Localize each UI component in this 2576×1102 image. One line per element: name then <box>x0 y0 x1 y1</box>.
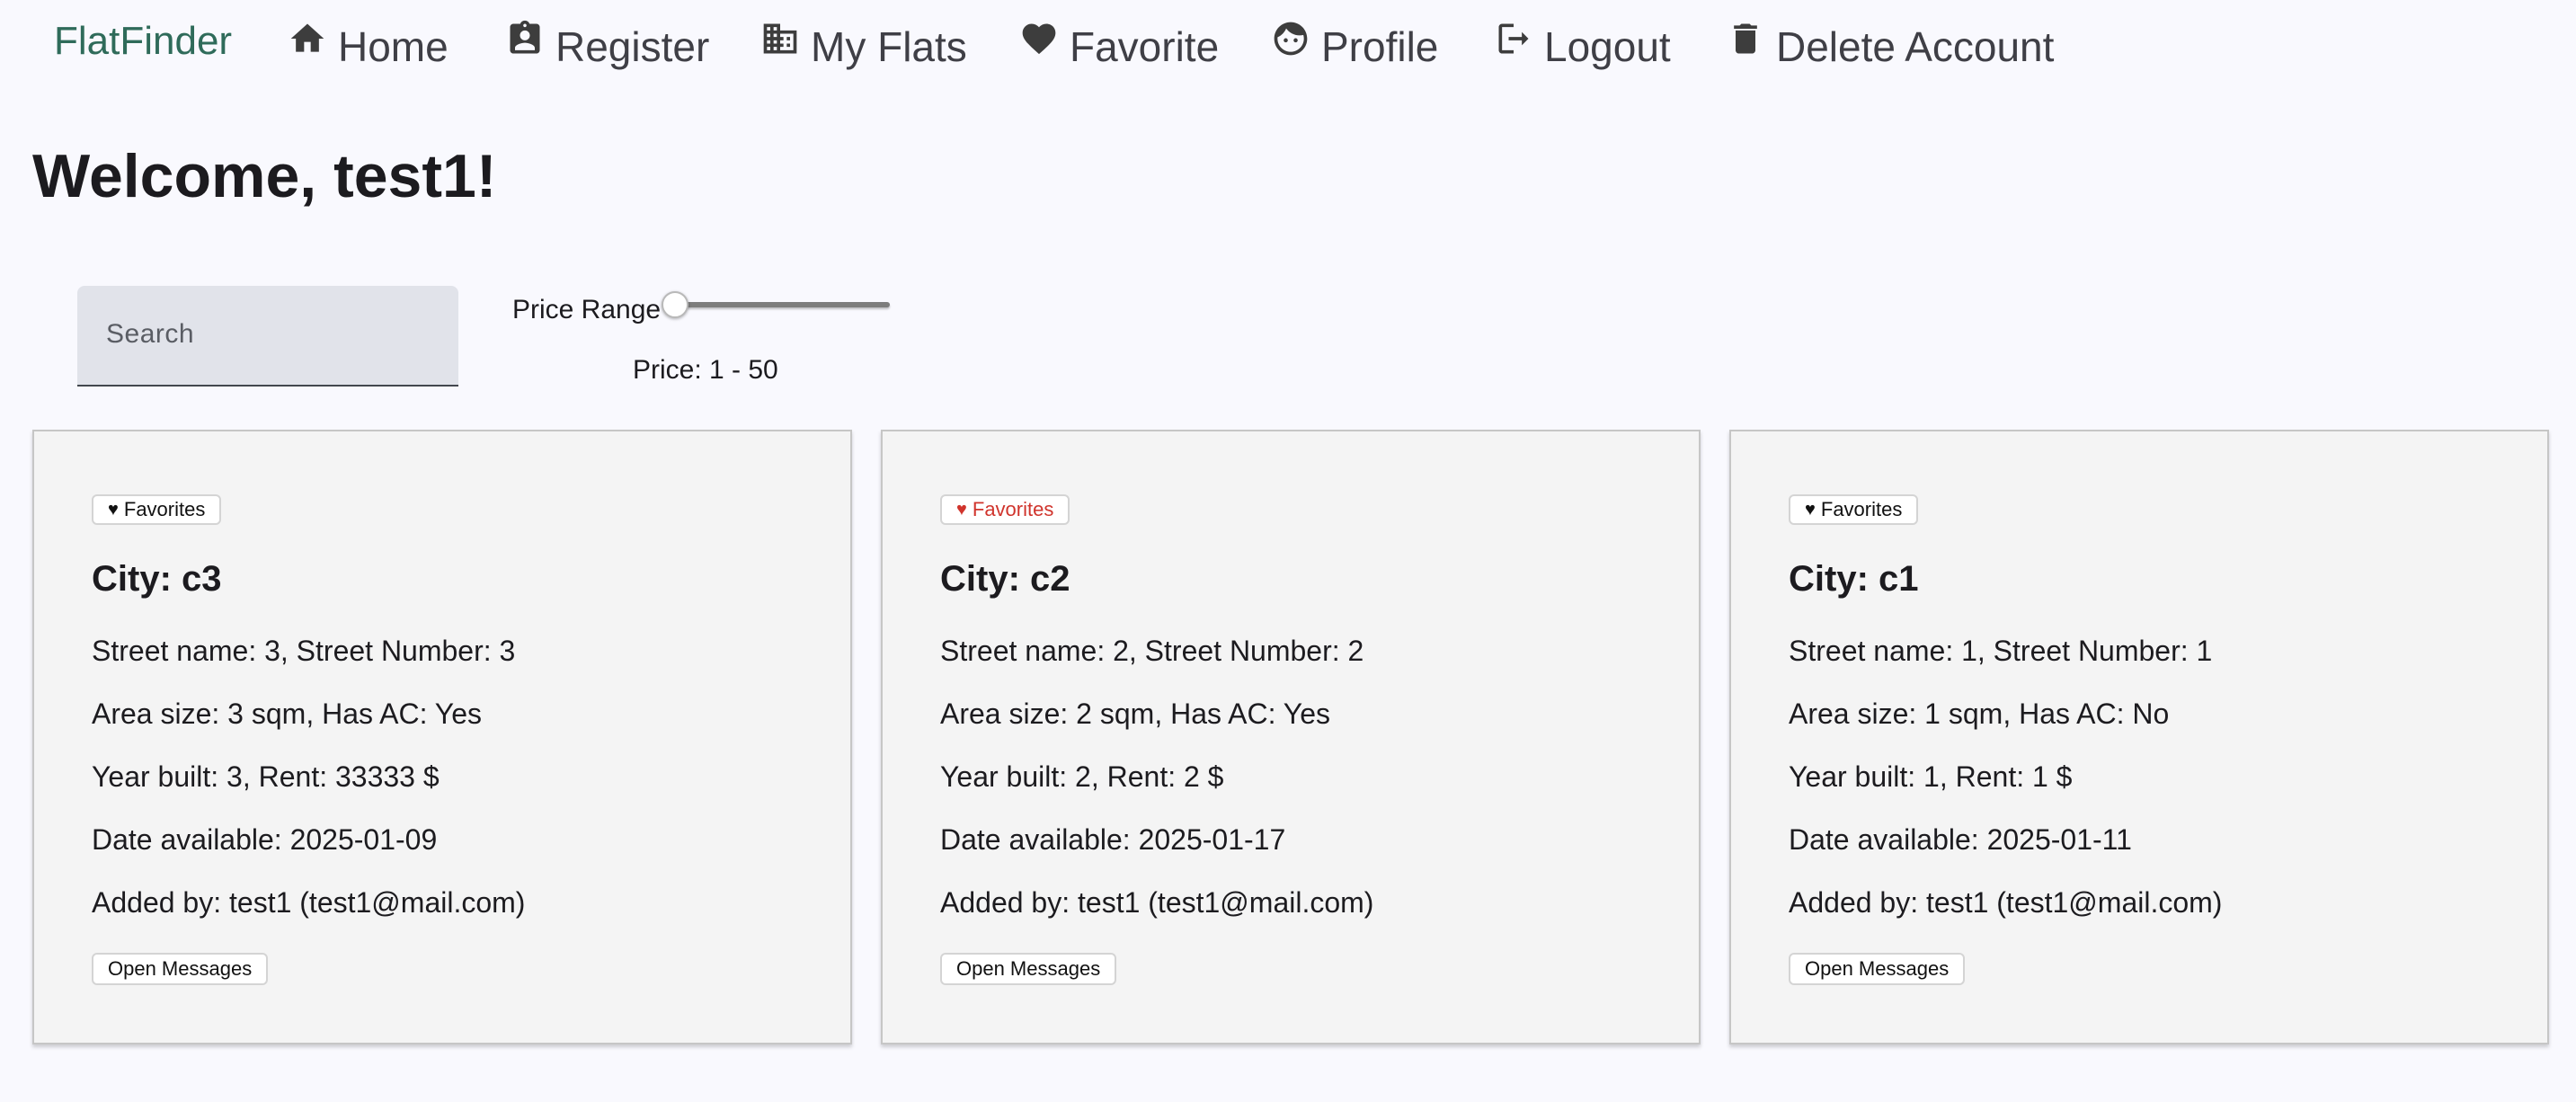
favorite-button-label: Favorites <box>972 498 1054 520</box>
nav-logout-label: Logout <box>1544 23 1671 70</box>
home-icon <box>290 23 324 52</box>
heart-icon: ♥ <box>1805 500 1816 520</box>
nav-logout[interactable]: Logout <box>1494 16 1671 79</box>
nav-register-label: Register <box>555 23 710 70</box>
search-input[interactable] <box>106 286 439 383</box>
nav-profile-label: Profile <box>1321 23 1439 70</box>
heart-icon: ♥ <box>108 500 119 520</box>
flat-year-rent: Year built: 2, Rent: 2 $ <box>940 760 1224 793</box>
building-icon <box>763 23 797 54</box>
nav-register[interactable]: Register <box>505 16 709 79</box>
flat-street: Street name: 2, Street Number: 2 <box>940 635 1364 667</box>
nav-favorite[interactable]: Favorite <box>1019 16 1219 79</box>
favorite-button[interactable]: ♥ Favorites <box>92 494 222 525</box>
nav-home-label: Home <box>338 23 449 70</box>
flat-street: Street name: 3, Street Number: 3 <box>92 635 516 667</box>
nav-delete-account-label: Delete Account <box>1776 23 2055 70</box>
nav-profile[interactable]: Profile <box>1271 16 1438 79</box>
slider-thumb[interactable] <box>662 291 688 318</box>
flat-added-by: Added by: test1 (test1@mail.com) <box>1789 886 2223 919</box>
brand-logo[interactable]: FlatFinder <box>54 16 232 67</box>
slider-track[interactable] <box>672 302 890 307</box>
flat-added-by: Added by: test1 (test1@mail.com) <box>940 886 1374 919</box>
open-messages-button[interactable]: Open Messages <box>940 953 1117 985</box>
page-title: Welcome, test1! <box>32 142 497 210</box>
flat-date-available: Date available: 2025-01-11 <box>1789 823 2132 856</box>
open-messages-button[interactable]: Open Messages <box>1789 953 1966 985</box>
flat-area: Area size: 3 sqm, Has AC: Yes <box>92 698 482 730</box>
flat-city: City: c1 <box>1789 559 1919 599</box>
flat-added-by: Added by: test1 (test1@mail.com) <box>92 886 526 919</box>
logout-icon <box>1498 23 1529 54</box>
trash-icon <box>1734 23 1757 54</box>
flat-year-rent: Year built: 1, Rent: 1 $ <box>1789 760 2073 793</box>
nav-my-flats[interactable]: My Flats <box>760 16 967 79</box>
heart-icon: ♥ <box>956 500 967 520</box>
favorite-button[interactable]: ♥ Favorites <box>1789 494 1919 525</box>
favorite-button-label: Favorites <box>1820 498 1903 520</box>
nav-my-flats-label: My Flats <box>811 23 967 70</box>
open-messages-button[interactable]: Open Messages <box>92 953 269 985</box>
flat-date-available: Date available: 2025-01-17 <box>940 823 1286 856</box>
flat-city: City: c3 <box>92 559 222 599</box>
flat-street: Street name: 1, Street Number: 1 <box>1789 635 2213 667</box>
nav-delete-account[interactable]: Delete Account <box>1726 16 2054 79</box>
search-field[interactable] <box>77 286 458 387</box>
flat-card: ♥ Favorites City: c1 Street name: 1, Str… <box>1729 430 2549 1044</box>
flat-year-rent: Year built: 3, Rent: 33333 $ <box>92 760 440 793</box>
price-range-slider[interactable] <box>662 289 892 320</box>
favorite-button[interactable]: ♥ Favorites <box>940 494 1070 525</box>
favorite-button-label: Favorites <box>123 498 206 520</box>
flat-city: City: c2 <box>940 559 1070 599</box>
nav-favorite-label: Favorite <box>1070 23 1220 70</box>
flat-card: ♥ Favorites City: c2 Street name: 2, Str… <box>881 430 1701 1044</box>
price-range-label: Price Range <box>512 295 662 324</box>
flat-date-available: Date available: 2025-01-09 <box>92 823 438 856</box>
price-range-value: Price: 1 - 50 <box>633 355 778 385</box>
face-icon <box>1274 22 1308 56</box>
badge-icon <box>510 20 540 54</box>
flat-area: Area size: 1 sqm, Has AC: No <box>1789 698 2170 730</box>
heart-icon <box>1022 23 1056 55</box>
top-nav: FlatFinder Home Register My Flats Favori… <box>0 0 2576 90</box>
flat-area: Area size: 2 sqm, Has AC: Yes <box>940 698 1330 730</box>
nav-home[interactable]: Home <box>288 16 449 79</box>
flat-card: ♥ Favorites City: c3 Street name: 3, Str… <box>32 430 852 1044</box>
